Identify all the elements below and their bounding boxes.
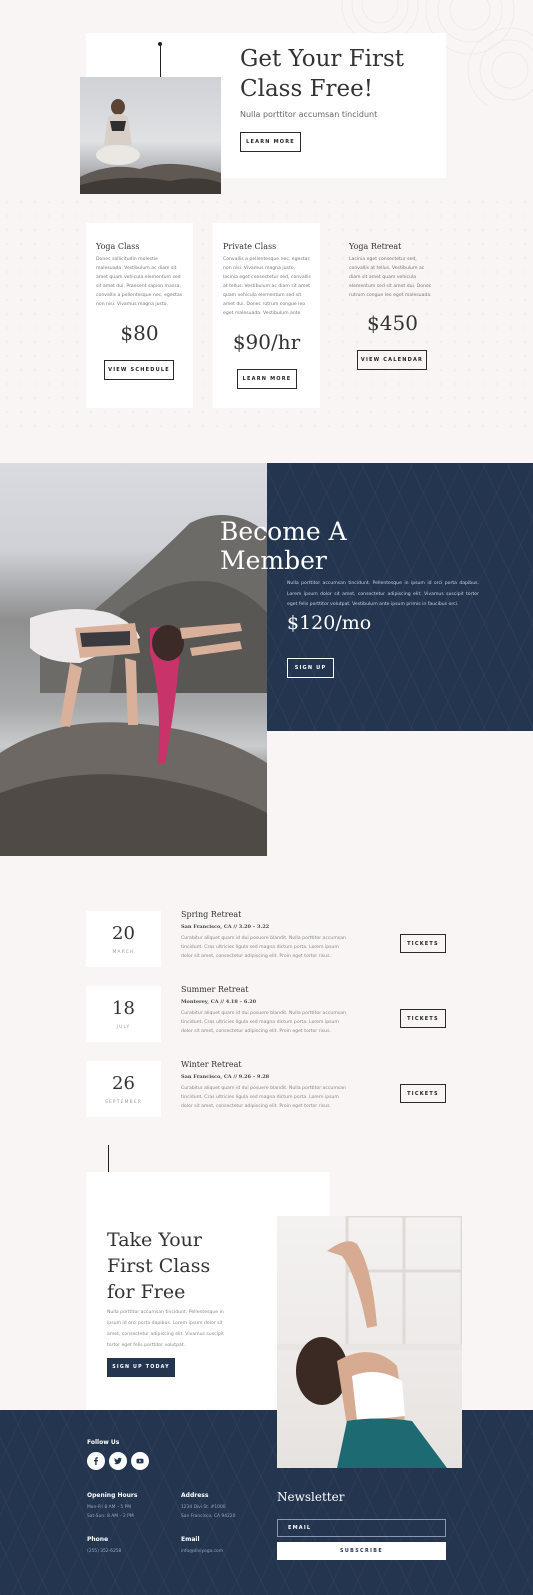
hero-learn-more-button[interactable]: LEARN MORE — [240, 132, 301, 152]
address-line2: San Francisco, CA 94220 — [181, 1514, 236, 1519]
hours-line2: Sat-Sun: 8 AM – 2 PM — [87, 1514, 134, 1519]
event-desc: Curabitur aliquet quam id dui posuere bl… — [181, 936, 346, 959]
opening-hours-heading: Opening Hours — [87, 1492, 138, 1499]
pricing-price: $80 — [120, 321, 159, 345]
event-info: Spring Retreat San Francisco, CA // 3.20… — [181, 910, 351, 961]
hours-line1: Mon-Fri 8 AM – 5 PM — [87, 1505, 132, 1510]
spring-tickets-button[interactable]: TICKETS — [400, 934, 446, 953]
event-title: Spring Retreat — [181, 910, 242, 919]
newsletter-email-input[interactable] — [277, 1519, 446, 1537]
opening-hours-text: Mon-Fri 8 AM – 5 PM Sat-Sun: 8 AM – 2 PM — [87, 1503, 167, 1521]
hero-subtitle: Nulla porttitor accumsan tincidunt — [240, 110, 378, 119]
view-calendar-button[interactable]: VIEW CALENDAR — [357, 350, 427, 370]
hero-title-line2: Class Free! — [240, 76, 374, 102]
youtube-icon[interactable] — [131, 1452, 149, 1470]
member-desc: Nulla porttitor accumsan tincidunt. Pell… — [287, 581, 479, 607]
hero-title-line1: Get Your First — [240, 46, 405, 72]
event-location: San Francisco, CA // 3.20 – 3.22 — [181, 924, 270, 930]
event-month: SEPTEMBER — [104, 1100, 143, 1105]
member-title: Become A Member — [220, 517, 347, 575]
hero-line-dot — [158, 42, 162, 46]
pricing-card-yoga-class: Yoga Class Donec sollicitudin molestie m… — [86, 223, 193, 408]
view-schedule-button[interactable]: VIEW SCHEDULE — [104, 360, 174, 380]
pricing-title: Yoga Retreat — [349, 242, 402, 251]
cta-sign-up-today-button[interactable]: SIGN UP TODAY — [107, 1358, 175, 1377]
pricing-desc: Convallis a pellentesque nec, egestas no… — [223, 257, 311, 316]
follow-label: Follow Us — [87, 1439, 120, 1446]
phone-heading: Phone — [87, 1536, 109, 1543]
hero-title: Get Your First Class Free! — [240, 44, 404, 104]
cta-title: Take Your First Class for Free — [107, 1227, 210, 1305]
pricing-title: Private Class — [223, 242, 277, 251]
event-location: Monterey, CA // 4.18 – 6.20 — [181, 999, 257, 1005]
private-learn-more-button[interactable]: LEARN MORE — [237, 369, 297, 389]
address: Address 1234 Divi St. #1000 San Francisc… — [181, 1492, 271, 1521]
event-date-card: 26 SEPTEMBER — [86, 1061, 161, 1117]
address-heading: Address — [181, 1492, 209, 1499]
event-month: JULY — [116, 1025, 131, 1030]
winter-tickets-button[interactable]: TICKETS — [400, 1084, 446, 1103]
member-title-line2: Member — [220, 546, 327, 575]
opening-hours: Opening Hours Mon-Fri 8 AM – 5 PM Sat-Su… — [87, 1492, 167, 1521]
email-heading: Email — [181, 1536, 200, 1543]
cta-photo — [277, 1216, 462, 1468]
event-title: Summer Retreat — [181, 985, 249, 994]
event-location: San Francisco, CA // 9.26 – 9.28 — [181, 1074, 270, 1080]
event-date-card: 18 JULY — [86, 986, 161, 1042]
social-icons — [87, 1452, 149, 1470]
pricing-title: Yoga Class — [96, 242, 140, 251]
pricing-price: $450 — [367, 311, 418, 335]
email-address[interactable]: info@diviyoga.com — [181, 1547, 271, 1556]
cta-title-line1: Take Your — [107, 1229, 202, 1251]
events-list: 20 MARCH Spring Retreat San Francisco, C… — [0, 905, 533, 1125]
event-day: 26 — [112, 1073, 135, 1094]
pricing-card-private-class: Private Class Convallis a pellentesque n… — [213, 223, 320, 408]
event-day: 18 — [112, 998, 135, 1019]
hero-photo — [80, 77, 221, 194]
event-item-winter: 26 SEPTEMBER Winter Retreat San Francisc… — [86, 1060, 446, 1117]
facebook-icon[interactable] — [87, 1452, 105, 1470]
pricing-price: $90/hr — [232, 330, 301, 354]
event-item-spring: 20 MARCH Spring Retreat San Francisco, C… — [86, 910, 446, 967]
member-price: $120/mo — [287, 612, 372, 634]
event-month: MARCH — [112, 950, 135, 955]
member-title-line1: Become A — [220, 517, 347, 546]
event-desc: Curabitur aliquet quam id dui posuere bl… — [181, 1086, 346, 1109]
event-item-summer: 18 JULY Summer Retreat Monterey, CA // 4… — [86, 985, 446, 1042]
member-sign-up-button[interactable]: SIGN UP — [287, 658, 334, 678]
pricing-desc: Lacinia eget consectetur sed, convallis … — [349, 257, 432, 298]
cta-title-line2: First Class — [107, 1255, 211, 1277]
event-info: Summer Retreat Monterey, CA // 4.18 – 6.… — [181, 985, 351, 1036]
summer-tickets-button[interactable]: TICKETS — [400, 1009, 446, 1028]
twitter-icon[interactable] — [109, 1452, 127, 1470]
event-title: Winter Retreat — [181, 1060, 242, 1069]
address-text: 1234 Divi St. #1000 San Francisco, CA 94… — [181, 1503, 271, 1521]
pricing-desc: Donec sollicitudin molestie malesuada. V… — [96, 257, 183, 307]
cta-title-line3: for Free — [107, 1281, 186, 1303]
pricing-card-yoga-retreat: Yoga Retreat Lacinia eget consectetur se… — [339, 223, 446, 408]
subscribe-button[interactable]: SUBSCRIBE — [277, 1542, 446, 1560]
cta-desc: Nulla porttitor accumsan tincidunt. Pell… — [107, 1310, 224, 1348]
phone: Phone (255) 352-6258 — [87, 1536, 167, 1556]
address-line1: 1234 Divi St. #1000 — [181, 1505, 226, 1510]
event-info: Winter Retreat San Francisco, CA // 9.26… — [181, 1060, 351, 1111]
event-day: 20 — [112, 923, 135, 944]
event-date-card: 20 MARCH — [86, 911, 161, 967]
event-desc: Curabitur aliquet quam id dui posuere bl… — [181, 1011, 346, 1034]
phone-number[interactable]: (255) 352-6258 — [87, 1547, 167, 1556]
newsletter-title: Newsletter — [277, 1490, 345, 1504]
email: Email info@diviyoga.com — [181, 1536, 271, 1556]
